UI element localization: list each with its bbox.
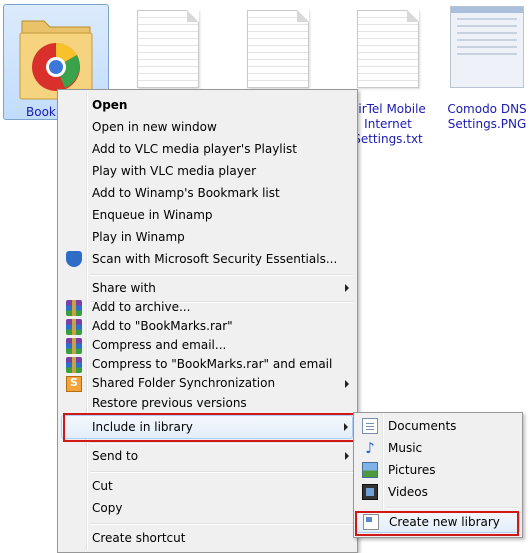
winrar-icon xyxy=(66,300,82,316)
library-item-pictures[interactable]: Pictures xyxy=(356,459,520,481)
file-comodo-png[interactable]: Comodo DNS Settings.PNG xyxy=(442,0,530,131)
menu-item-copy[interactable]: Copy xyxy=(60,497,355,519)
menu-item-send-to[interactable]: Send to xyxy=(60,445,355,467)
pictures-library-icon xyxy=(362,462,378,478)
menu-item-label: Enqueue in Winamp xyxy=(92,208,213,222)
library-item-music[interactable]: ♪ Music xyxy=(356,437,520,459)
file-label: Comodo DNS Settings.PNG xyxy=(447,102,527,131)
winrar-icon xyxy=(66,357,82,373)
library-item-videos[interactable]: Videos xyxy=(356,481,520,503)
menu-item-label: Add to VLC media player's Playlist xyxy=(92,142,297,156)
menu-item-label: Copy xyxy=(92,501,123,515)
text-document-icon xyxy=(357,10,419,88)
menu-separator xyxy=(90,523,353,525)
submenu-arrow-icon xyxy=(345,452,349,460)
menu-item-create-shortcut[interactable]: Create shortcut xyxy=(60,527,355,549)
menu-item-label: Share with xyxy=(92,281,156,295)
menu-item-label: Restore previous versions xyxy=(92,396,247,410)
menu-item-label: Add to "BookMarks.rar" xyxy=(92,319,233,333)
menu-item-include-in-library[interactable]: Include in library xyxy=(61,415,353,439)
menu-item-label: Documents xyxy=(388,419,457,433)
menu-item-share-with[interactable]: Share with xyxy=(60,277,355,299)
menu-item-label: Add to Winamp's Bookmark list xyxy=(92,186,280,200)
menu-separator xyxy=(90,471,353,473)
menu-item-label: Scan with Microsoft Security Essentials.… xyxy=(92,252,338,266)
menu-item-label: Play in Winamp xyxy=(92,230,185,244)
new-library-icon xyxy=(363,514,379,530)
menu-item-label: Open xyxy=(92,98,128,112)
menu-item-label: Send to xyxy=(92,449,139,463)
menu-item-winamp-bookmark[interactable]: Add to Winamp's Bookmark list xyxy=(60,182,355,204)
menu-item-open[interactable]: Open xyxy=(60,94,355,116)
menu-item-vlc-playlist[interactable]: Add to VLC media player's Playlist xyxy=(60,138,355,160)
menu-item-restore-versions[interactable]: Restore previous versions xyxy=(60,394,355,413)
text-document-icon xyxy=(137,10,199,88)
menu-item-mse-scan[interactable]: Scan with Microsoft Security Essentials.… xyxy=(60,248,355,270)
menu-item-add-to-rar[interactable]: Add to "BookMarks.rar" xyxy=(60,317,355,336)
menu-separator xyxy=(90,274,353,276)
menu-item-label: Create new library xyxy=(389,515,500,529)
menu-item-compress-to-rar-email[interactable]: Compress to "BookMarks.rar" and email xyxy=(60,355,355,374)
menu-item-label: Play with VLC media player xyxy=(92,164,257,178)
menu-item-compress-email[interactable]: Compress and email... xyxy=(60,336,355,355)
menu-item-label: Compress to "BookMarks.rar" and email xyxy=(92,357,333,371)
library-submenu: Documents ♪ Music Pictures Videos Create… xyxy=(353,412,523,538)
menu-item-label: Include in library xyxy=(92,420,193,434)
security-essentials-icon xyxy=(66,251,82,267)
menu-item-label: Shared Folder Synchronization xyxy=(92,376,276,390)
menu-separator xyxy=(90,442,353,444)
music-library-icon: ♪ xyxy=(365,439,375,457)
context-menu: Open Open in new window Add to VLC media… xyxy=(57,89,358,553)
menu-item-open-new-window[interactable]: Open in new window xyxy=(60,116,355,138)
menu-item-label: Cut xyxy=(92,479,113,493)
image-thumbnail-icon xyxy=(450,6,524,88)
menu-item-label: Compress and email... xyxy=(92,338,227,352)
menu-item-cut[interactable]: Cut xyxy=(60,475,355,497)
menu-item-label: Open in new window xyxy=(92,120,217,134)
menu-item-label: Add to archive... xyxy=(92,300,191,314)
text-document-icon xyxy=(247,10,309,88)
videos-library-icon xyxy=(362,484,378,500)
winrar-icon xyxy=(66,319,82,335)
menu-item-add-archive[interactable]: Add to archive... xyxy=(60,298,355,317)
menu-separator xyxy=(386,507,518,509)
sync-icon xyxy=(66,373,82,392)
library-item-create-new[interactable]: Create new library xyxy=(356,511,520,533)
submenu-arrow-icon xyxy=(344,423,348,431)
winrar-icon xyxy=(66,338,82,354)
menu-item-label: Videos xyxy=(388,485,428,499)
library-item-documents[interactable]: Documents xyxy=(356,415,520,437)
menu-item-vlc-play[interactable]: Play with VLC media player xyxy=(60,160,355,182)
documents-library-icon xyxy=(362,418,378,434)
menu-item-label: Pictures xyxy=(388,463,436,477)
menu-item-label: Music xyxy=(388,441,423,455)
menu-item-label: Create shortcut xyxy=(92,531,186,545)
submenu-arrow-icon xyxy=(345,380,349,388)
menu-item-winamp-enqueue[interactable]: Enqueue in Winamp xyxy=(60,204,355,226)
menu-item-winamp-play[interactable]: Play in Winamp xyxy=(60,226,355,248)
menu-item-shared-folder-sync[interactable]: Shared Folder Synchronization xyxy=(60,373,355,393)
submenu-arrow-icon xyxy=(345,284,349,292)
